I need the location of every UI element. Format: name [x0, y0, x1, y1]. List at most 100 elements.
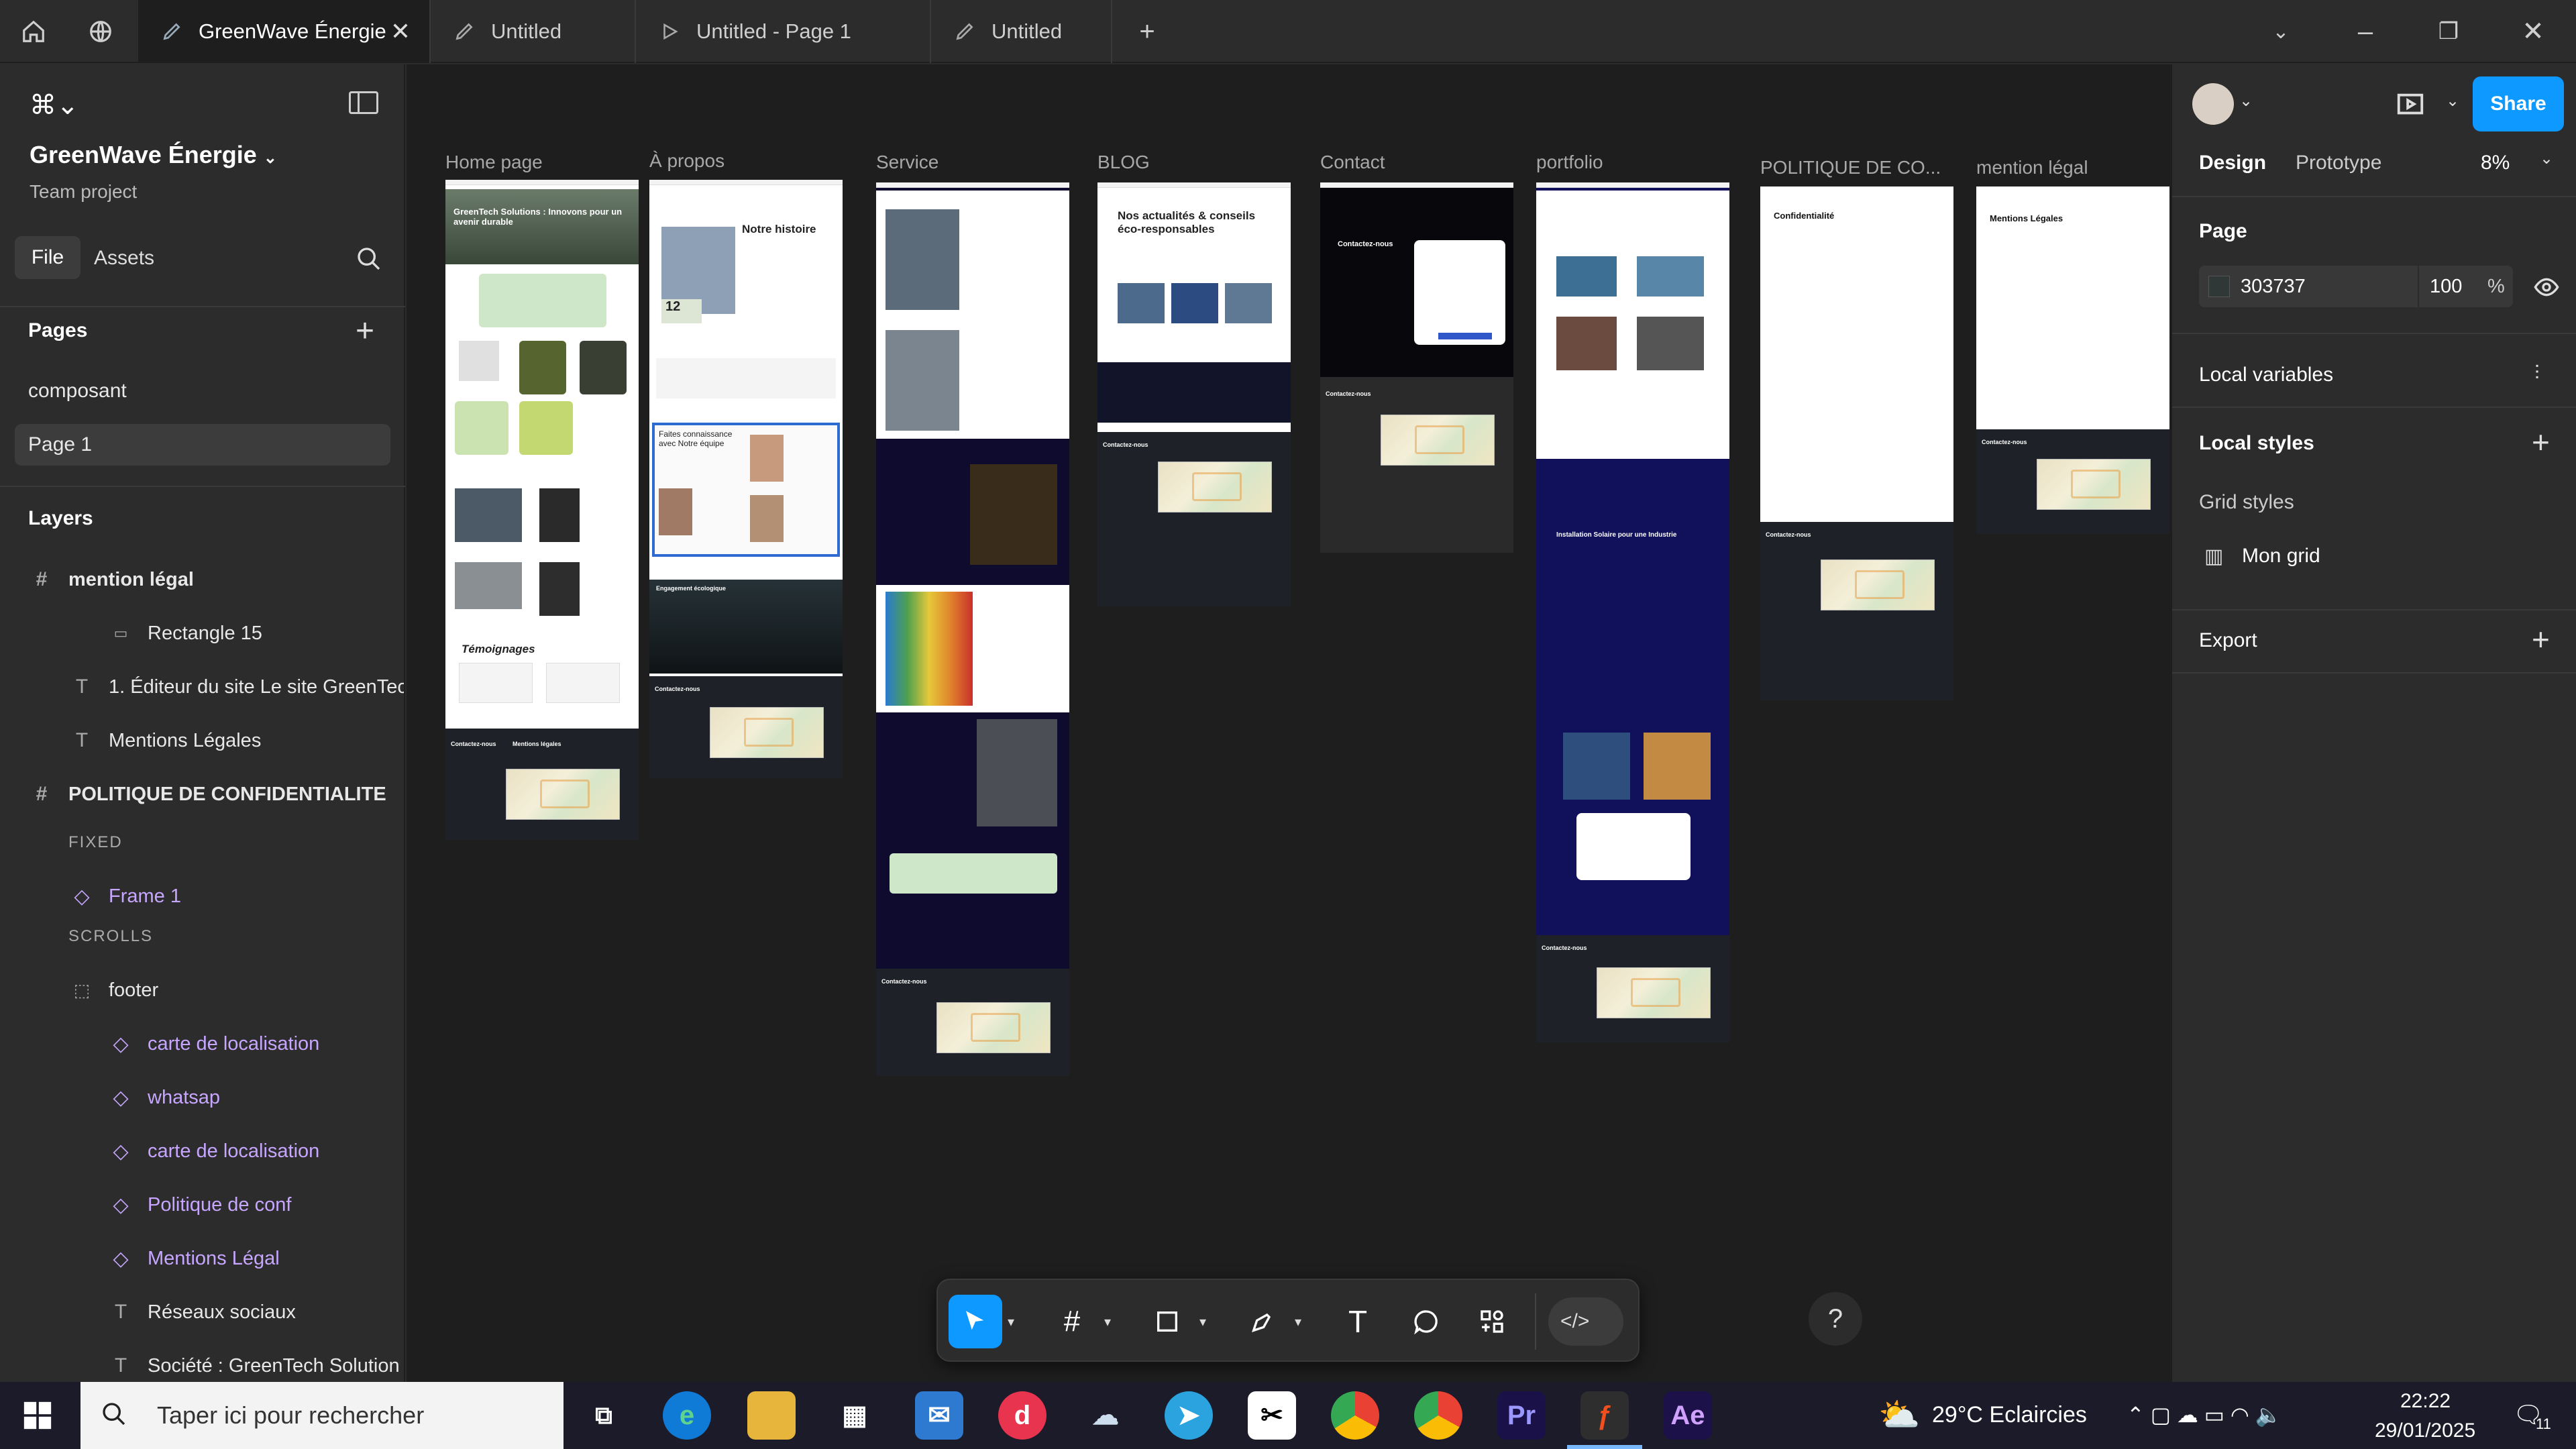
color-swatch[interactable] [2208, 276, 2230, 297]
restore-icon[interactable]: ❐ [2415, 0, 2482, 63]
chevron-down-icon[interactable]: ▾ [1008, 1313, 1014, 1330]
after-effects-icon[interactable]: Ae [1664, 1391, 1712, 1440]
design-canvas[interactable]: Home page GreenTech Solutions : Innovons… [407, 64, 2171, 1382]
eye-icon[interactable] [2533, 274, 2560, 304]
music-app-icon[interactable]: d [998, 1391, 1046, 1440]
layer-frame[interactable]: # POLITIQUE DE CONFIDENTIALITE [0, 767, 405, 821]
capcut-icon[interactable]: ✂ [1248, 1391, 1296, 1440]
layer-component[interactable]: ◇ Mentions Légal [0, 1232, 405, 1285]
resources-tool-icon[interactable] [1465, 1295, 1519, 1348]
layer-component[interactable]: ◇ Politique de conf [0, 1178, 405, 1232]
grid-style-item[interactable]: Mon grid [2242, 545, 2320, 568]
help-icon[interactable]: ? [1809, 1292, 1862, 1346]
frame-label-contact[interactable]: Contact [1320, 152, 1385, 173]
layer-component[interactable]: ◇ carte de localisation [0, 1124, 405, 1178]
dev-mode-toggle-icon[interactable]: </> [1548, 1297, 1623, 1346]
frame-blog[interactable]: Nos actualités & conseils éco-responsabl… [1097, 182, 1291, 606]
page-color-hex[interactable]: 303737 [2241, 276, 2306, 298]
clock-date[interactable]: 29/01/2025 [2375, 1419, 2475, 1442]
tray-icons[interactable]: ⌃ ▢ ☁ ▭ ◠ 🔈 [2127, 1402, 2282, 1428]
share-button[interactable]: Share [2473, 76, 2564, 131]
close-tab-icon[interactable]: ✕ [390, 17, 411, 46]
layer-rectangle[interactable]: ▭ Rectangle 15 [0, 606, 405, 660]
layer-component[interactable]: ◇ Frame 1 [0, 869, 405, 923]
comment-tool-icon[interactable] [1399, 1295, 1453, 1348]
windows-start-icon[interactable] [23, 1401, 52, 1434]
add-style-icon[interactable]: + [2532, 424, 2550, 460]
task-view-icon[interactable]: ⧉ [580, 1391, 628, 1440]
frame-label-service[interactable]: Service [876, 152, 938, 173]
layer-component[interactable]: ◇ whatsap [0, 1071, 405, 1124]
search-icon[interactable] [356, 246, 382, 276]
add-export-icon[interactable]: + [2532, 621, 2550, 657]
layer-component[interactable]: ◇ carte de localisation [0, 1017, 405, 1071]
avatar[interactable] [2192, 83, 2234, 125]
file-tab[interactable]: File [15, 236, 80, 279]
variables-settings-icon[interactable]: ⫶ [2534, 362, 2540, 385]
layer-text[interactable]: T Réseaux sociaux [0, 1285, 405, 1339]
chevron-down-icon[interactable]: ⌄ [2540, 149, 2553, 168]
rectangle-tool-icon[interactable] [1140, 1295, 1194, 1348]
chevron-down-icon[interactable]: ⌄ [2247, 0, 2314, 63]
minimize-icon[interactable]: – [2332, 0, 2399, 63]
frame-service[interactable]: Contactez-nous [876, 182, 1069, 1076]
frame-label-apropos[interactable]: À propos [649, 150, 724, 172]
premiere-icon[interactable]: Pr [1497, 1391, 1546, 1440]
layer-text[interactable]: T Mentions Légales [0, 714, 405, 767]
local-variables[interactable]: Local variables [2199, 364, 2333, 386]
project-title[interactable]: GreenWave Énergie ⌄ [30, 141, 277, 169]
frame-label-blog[interactable]: BLOG [1097, 152, 1150, 173]
layer-group[interactable]: ⬚ footer [0, 963, 405, 1017]
chevron-down-icon[interactable]: ⌄ [2446, 91, 2459, 111]
edge-icon[interactable]: e [663, 1391, 711, 1440]
page-opacity[interactable]: 100 [2430, 276, 2462, 298]
frame-portfolio[interactable]: Installation Solaire pour une Industrie … [1536, 182, 1729, 1042]
chevron-down-icon[interactable]: ▾ [1295, 1313, 1301, 1330]
frame-a-propos[interactable]: Notre histoire 12 Faites connaissance av… [649, 180, 843, 778]
telegram-icon[interactable]: ➤ [1165, 1391, 1213, 1440]
weather-text[interactable]: 29°C Eclaircies [1932, 1402, 2087, 1428]
tab-design[interactable]: Design [2199, 152, 2266, 174]
chrome-icon[interactable] [1414, 1391, 1462, 1440]
frame-politique[interactable]: Confidentialité Contactez-nous [1760, 186, 1953, 700]
frame-mention-legal[interactable]: Mentions Légales Contactez-nous [1976, 186, 2169, 534]
move-tool-icon[interactable] [949, 1295, 1002, 1348]
text-tool-icon[interactable]: T [1331, 1295, 1385, 1348]
close-window-icon[interactable]: ✕ [2500, 0, 2567, 63]
clock-time[interactable]: 22:22 [2400, 1390, 2451, 1413]
tab-untitled-2[interactable]: Untitled [931, 0, 1112, 63]
frame-label-politique[interactable]: POLITIQUE DE CO... [1760, 157, 1941, 178]
new-tab-plus-icon[interactable]: + [1114, 0, 1181, 63]
globe-icon[interactable] [67, 0, 134, 63]
tab-greenwave[interactable]: GreenWave Énergie ✕ [138, 0, 431, 63]
frame-label-mention[interactable]: mention légal [1976, 157, 2088, 178]
pen-tool-icon[interactable] [1236, 1295, 1289, 1348]
frame-tool-icon[interactable]: # [1045, 1295, 1099, 1348]
tab-untitled-1[interactable]: Untitled [431, 0, 636, 63]
chevron-down-icon[interactable]: ▾ [1104, 1313, 1111, 1330]
present-icon[interactable] [2395, 90, 2426, 124]
tab-prototype[interactable]: Prototype [2296, 152, 2381, 174]
frame-home-page[interactable]: GreenTech Solutions : Innovons pour un a… [445, 180, 639, 840]
chevron-down-icon[interactable]: ⌄ [2239, 91, 2253, 111]
page-item-composant[interactable]: composant [0, 368, 405, 415]
toggle-sidebar-icon[interactable] [349, 91, 378, 114]
app-icon[interactable]: ☁ [1081, 1391, 1130, 1440]
figma-menu-icon[interactable]: ⌘⌄ [30, 90, 79, 121]
frame-contact[interactable]: Contactez-nous Contactez-nous [1320, 182, 1513, 553]
layer-frame[interactable]: # mention légal [0, 553, 405, 606]
assets-tab[interactable]: Assets [94, 247, 154, 270]
export-heading[interactable]: Export [2199, 629, 2257, 652]
frame-label-home[interactable]: Home page [445, 152, 543, 173]
mail-icon[interactable]: ✉ [915, 1391, 963, 1440]
tab-untitled-page-1[interactable]: Untitled - Page 1 [636, 0, 931, 63]
zoom-level[interactable]: 8% [2481, 152, 2510, 174]
weather-icon[interactable]: ⛅ [1878, 1395, 1920, 1435]
file-explorer-icon[interactable] [747, 1391, 796, 1440]
add-page-icon[interactable]: + [356, 313, 374, 350]
chevron-down-icon[interactable]: ▾ [1199, 1313, 1206, 1330]
page-item-page-1[interactable]: Page 1 [15, 424, 390, 466]
home-icon[interactable] [0, 0, 67, 63]
layer-text[interactable]: T 1. Éditeur du site Le site GreenTec [0, 660, 405, 714]
store-icon[interactable]: ▦ [830, 1391, 879, 1440]
